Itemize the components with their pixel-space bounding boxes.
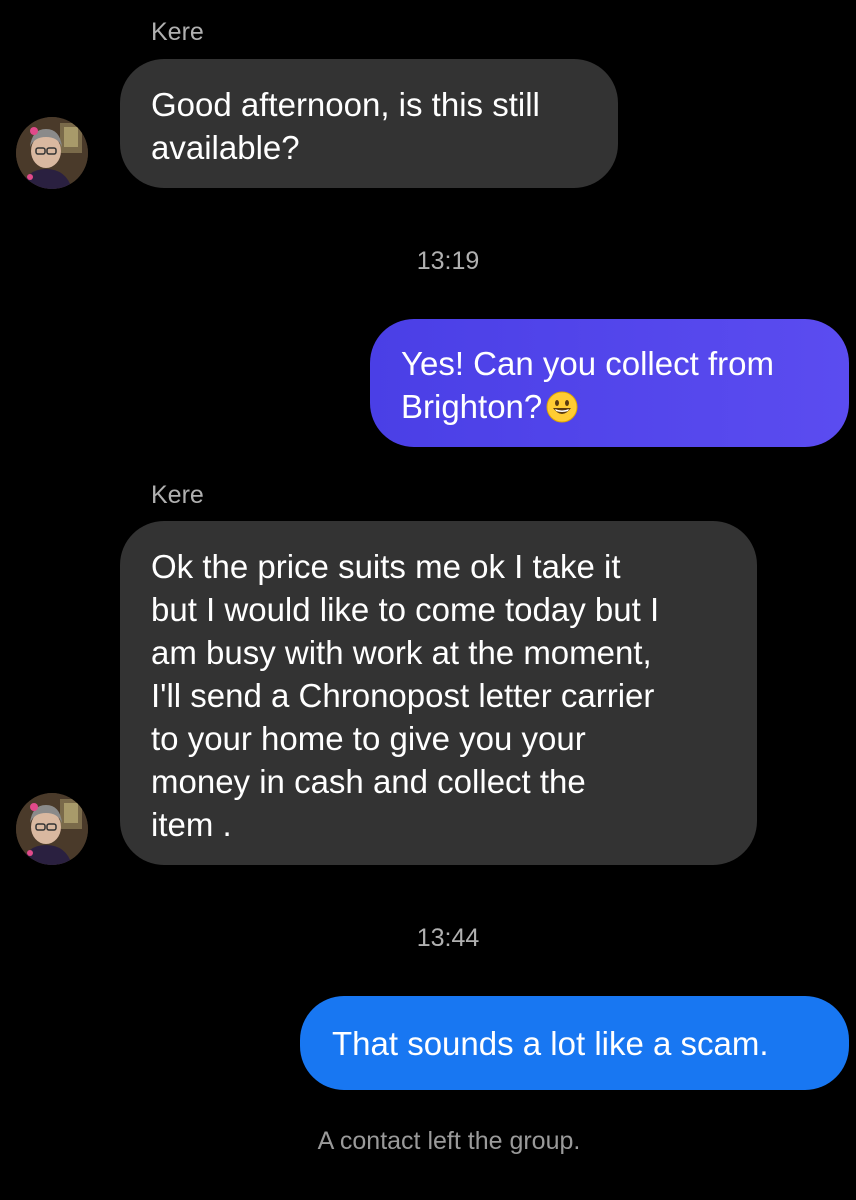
sender-name: Kere — [151, 481, 204, 509]
message-bubble-outgoing[interactable]: Yes! Can you collect from Brighton? — [370, 319, 849, 447]
message-timestamp: 13:19 — [416, 247, 480, 275]
message-text: Yes! Can you collect from Brighton? — [401, 345, 774, 425]
avatar-photo — [16, 793, 88, 865]
avatar-photo — [16, 117, 88, 189]
message-bubble-outgoing[interactable]: That sounds a lot like a scam. — [300, 996, 849, 1090]
message-bubble-incoming[interactable]: Good afternoon, is this still available? — [120, 59, 618, 188]
system-notice: A contact left the group. — [317, 1127, 581, 1155]
message-bubble-incoming[interactable]: Ok the price suits me ok I take it but I… — [120, 521, 757, 865]
grinning-face-emoji — [546, 391, 578, 423]
avatar[interactable] — [16, 117, 88, 189]
message-timestamp: 13:44 — [416, 924, 480, 952]
avatar[interactable] — [16, 793, 88, 865]
sender-name: Kere — [151, 18, 204, 46]
